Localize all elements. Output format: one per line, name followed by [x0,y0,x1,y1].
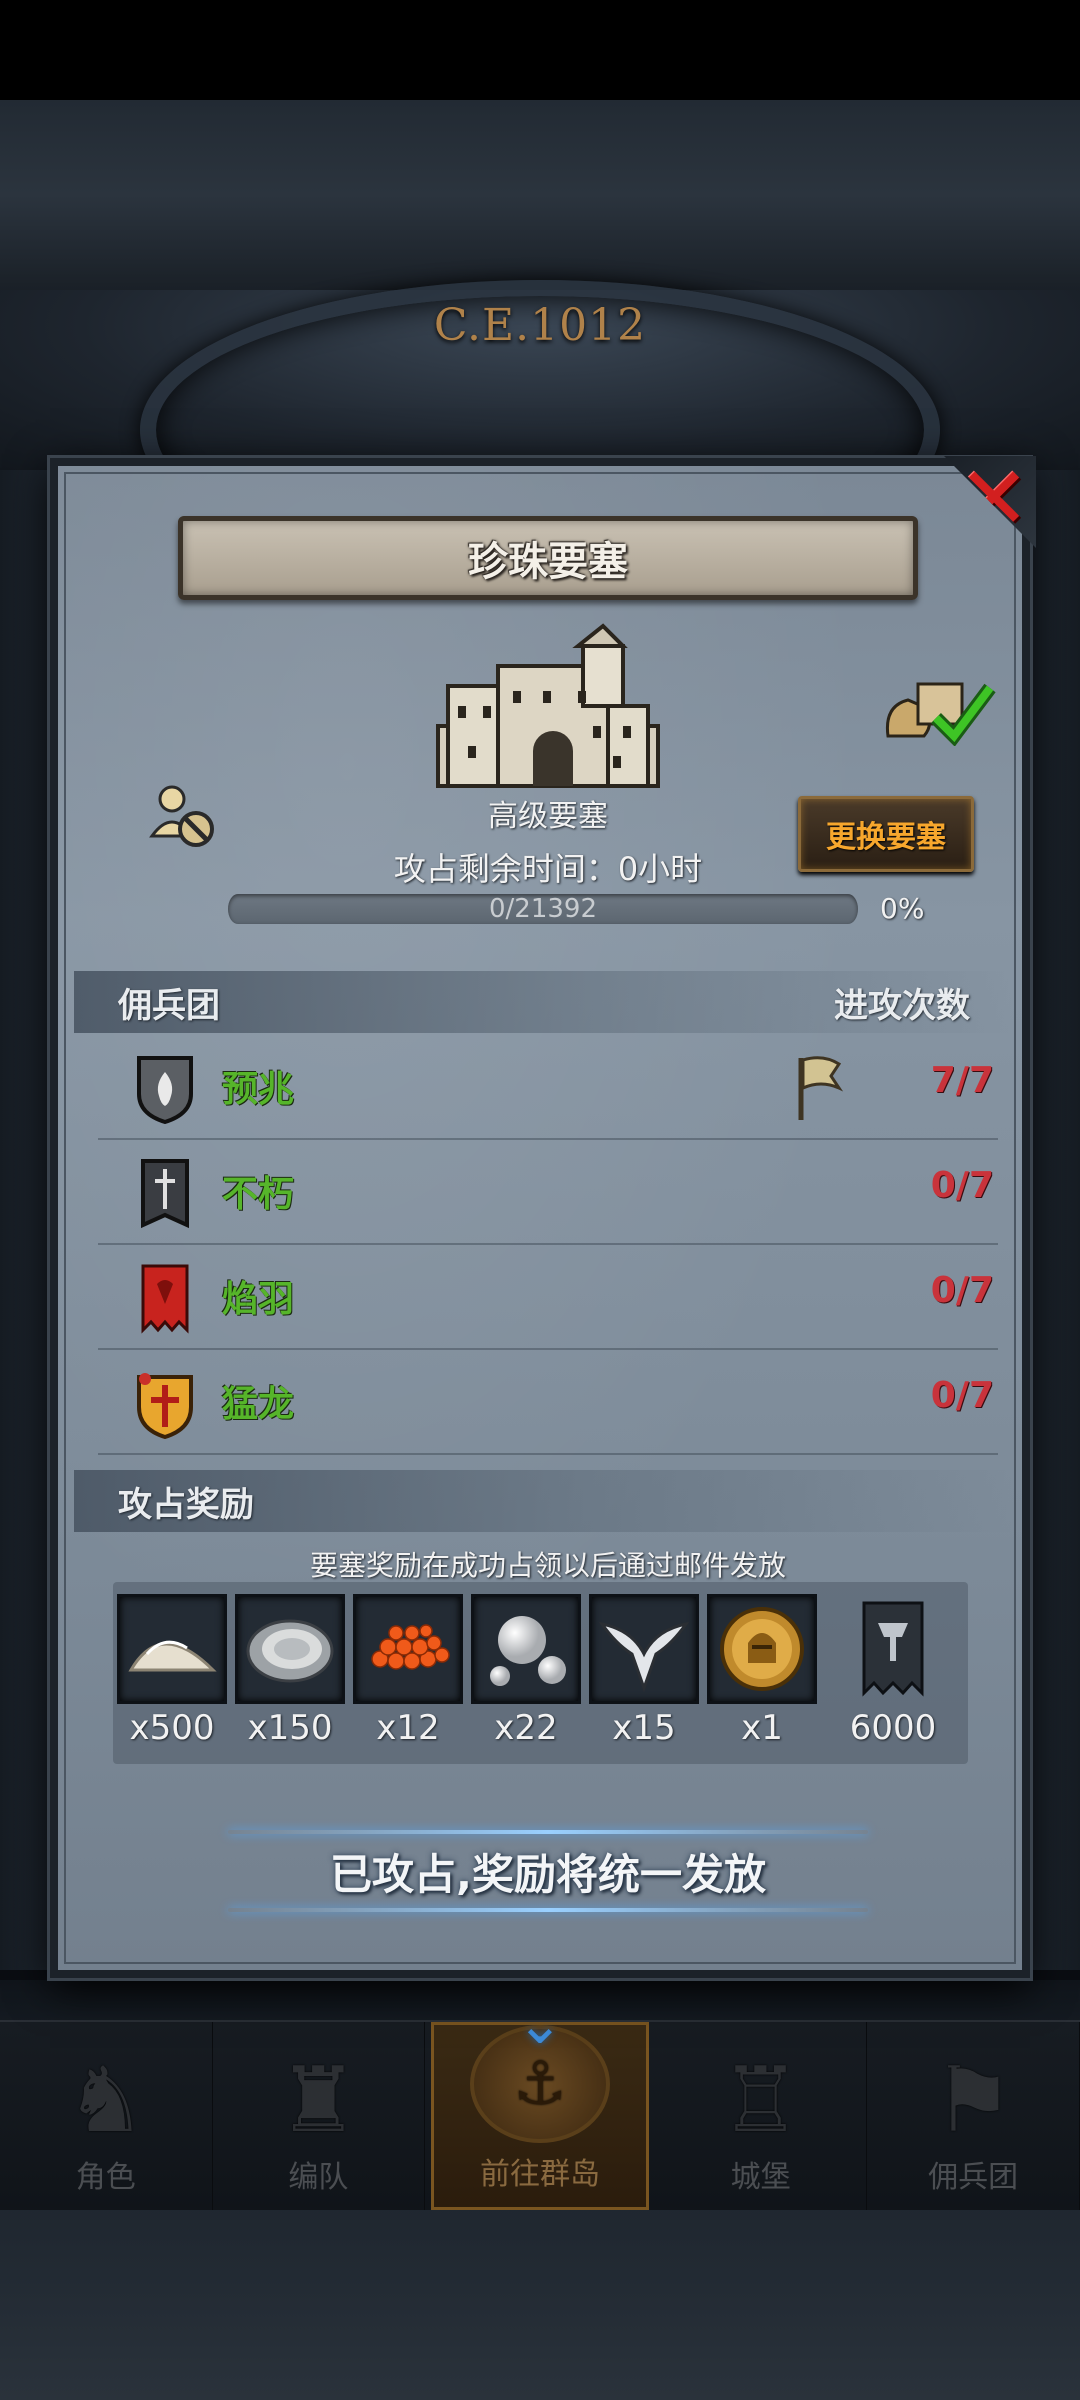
mercenary-header-label: 佣兵团 [118,985,220,1026]
attack-count: 0/7 [930,1375,994,1416]
winged-emblem-icon [589,1594,699,1704]
reward-item[interactable]: x500 [117,1594,227,1748]
fortress-icon [436,623,660,788]
progress-percent: 0% [880,892,925,925]
mercenary-name: 猛龙 [222,1384,295,1425]
sand-pile-icon [117,1594,227,1704]
close-button[interactable]: ✕ [944,456,1036,548]
knight-icon: ♞ [65,2048,147,2153]
reward-note: 要塞奖励在成功占领以后通过邮件发放 [309,1549,786,1582]
nav-label: 城堡 [730,2160,791,2195]
roe-icon [353,1594,463,1704]
mercenary-row[interactable]: 预兆 7/7 [98,1036,998,1140]
reward-quantity: 6000 [849,1708,937,1748]
pearls-icon [471,1594,581,1704]
status-bar-area [0,0,1080,100]
mercenary-name: 不朽 [222,1174,295,1215]
era-label: C.E.1012 [433,300,647,351]
mercenary-row[interactable]: 不朽 0/7 [98,1141,998,1245]
reward-quantity: x12 [376,1708,440,1748]
attack-count: 0/7 [930,1270,994,1311]
nav-label: 前往群岛 [479,2157,600,2192]
nav-label: 佣兵团 [928,2160,1019,2195]
reward-item[interactable]: x12 [353,1594,463,1748]
nav-item-castle[interactable]: ♖ 城堡 [655,2022,868,2210]
attack-count: 0/7 [930,1165,994,1206]
attack-count-header-label: 进攻次数 [834,985,970,1026]
reward-quantity: x150 [247,1708,333,1748]
knight-coin-icon [707,1594,817,1704]
reward-quantity: x15 [612,1708,676,1748]
reward-panel: x500 x150 x12 x22 x15 x1 6000 [113,1582,968,1764]
castle-icon: ♖ [720,2048,801,2153]
change-fortress-button[interactable]: 更换要塞 [798,796,974,872]
reward-item[interactable]: x22 [471,1594,581,1748]
nav-item-formation[interactable]: ♜ 编队 [213,2022,426,2210]
rewards-section-header: 攻占奖励 [74,1470,1014,1532]
mercenary-row[interactable]: 猛龙 0/7 [98,1351,998,1455]
mercenary-name: 焰羽 [222,1279,295,1320]
mercenary-section-header: 佣兵团 进攻次数 [74,971,1014,1033]
nav-label: 编队 [288,2160,349,2195]
guild-banner-icon [838,1594,948,1704]
supplies-check-icon [885,682,996,746]
mercenary-row[interactable]: 焰羽 0/7 [98,1246,998,1350]
nav-item-islands[interactable]: ⌄ ⚓ 前往群岛 [431,1997,649,2210]
reward-quantity: x500 [129,1708,215,1748]
close-icon: ✕ [957,449,1030,549]
reward-item[interactable]: 6000 [838,1594,948,1748]
chevron-down-icon: ⌄ [516,1992,564,2057]
bottom-nav: ♞ 角色 ♜ 编队 ⌄ ⚓ 前往群岛 ♖ 城堡 ⚑ 佣兵团 [0,1997,1080,2210]
oyster-icon [235,1594,345,1704]
reward-item[interactable]: x150 [235,1594,345,1748]
top-banner-background [0,100,1080,290]
reward-quantity: x1 [741,1708,783,1748]
capture-progress-bar: 0/21392 [228,894,858,924]
sword-banner-icon [141,1159,189,1229]
dialog-title: 珍珠要塞 [468,539,628,585]
formation-icon: ♜ [278,2048,359,2153]
title-banner: 珍珠要塞 [178,516,918,600]
fortress-dialog: ✕ 珍珠要塞 高级要塞 攻占剩余时间：0小时 更换要塞 0/21392 0% 佣… [47,455,1036,1981]
flag-icon [798,1056,844,1120]
reward-item[interactable]: x15 [589,1594,699,1748]
reward-item[interactable]: x1 [707,1594,817,1748]
mercenary-icon: ⚑ [932,2048,1014,2153]
capture-status-text: 已攻占,奖励将统一发放 [198,1826,898,1916]
dragon-shield-icon [137,1373,193,1439]
mercenary-name: 预兆 [222,1069,295,1110]
red-banner-icon [141,1264,189,1334]
nav-item-character[interactable]: ♞ 角色 [0,2022,213,2210]
attack-count: 7/7 [930,1060,994,1101]
progress-text: 0/21392 [488,894,597,924]
nav-item-mercenary[interactable]: ⚑ 佣兵团 [867,2022,1080,2210]
flame-shield-icon [137,1056,193,1124]
nav-label: 角色 [75,2160,136,2195]
rewards-header-label: 攻占奖励 [118,1484,254,1525]
reward-quantity: x22 [494,1708,558,1748]
